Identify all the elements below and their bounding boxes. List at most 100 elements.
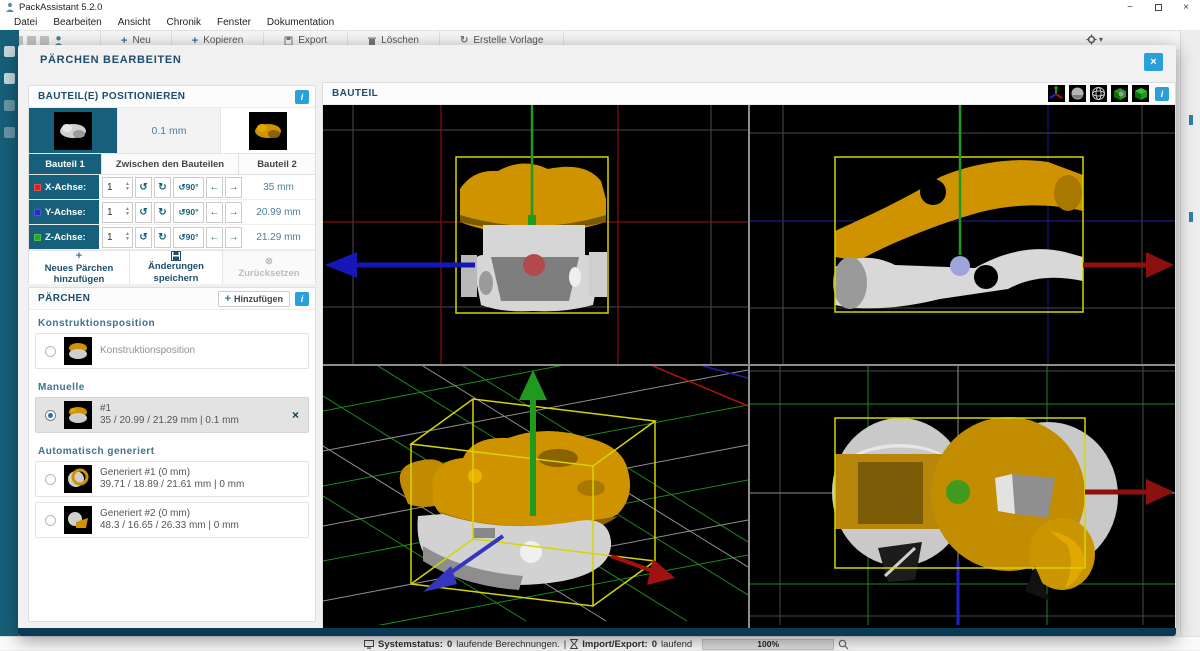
x-rotate-ccw-button[interactable]: ↺: [135, 177, 152, 198]
x-move-left-button[interactable]: ←: [206, 177, 223, 198]
pair-item-manual-1[interactable]: #135 / 20.99 / 21.29 mm | 0.1 mm ×: [35, 397, 309, 433]
x-axis-row: X-Achse: 1▲▼ ↺ ↻ ↺90° ← → 35 mm: [29, 175, 315, 200]
sidebar-icon-3[interactable]: [4, 100, 15, 111]
z-move-right-button[interactable]: →: [225, 227, 242, 248]
pair-thumbnail: [64, 337, 92, 365]
y-axis-step-input[interactable]: 1▲▼: [102, 202, 133, 223]
menu-dokumentation[interactable]: Dokumentation: [259, 14, 342, 30]
pairs-panel-title: PÄRCHEN: [38, 293, 90, 304]
save-icon: [171, 251, 181, 261]
x-move-right-button[interactable]: →: [225, 177, 242, 198]
viewport-divider-vertical: [748, 105, 750, 628]
y-axis-label: Y-Achse:: [29, 200, 99, 224]
minimize-button[interactable]: −: [1116, 0, 1144, 14]
pair-item-generated-1[interactable]: Generiert #1 (0 mm)39.71 / 18.89 / 21.61…: [35, 461, 309, 497]
new-pair-button[interactable]: +Neues Pärchen hinzufügen: [29, 251, 130, 284]
gap-value-field[interactable]: 0.1 mm: [118, 108, 221, 153]
z-axis-label: Z-Achse:: [29, 225, 99, 249]
hourglass-icon: [570, 639, 578, 649]
magnifier-icon[interactable]: [838, 639, 849, 650]
z-rotate-ccw-button[interactable]: ↺: [135, 227, 152, 248]
import-export-value: 0: [652, 639, 657, 650]
menu-bearbeiten[interactable]: Bearbeiten: [45, 14, 109, 30]
viewport-perspective-view[interactable]: [323, 366, 748, 625]
info-icon[interactable]: i: [1155, 87, 1169, 101]
settings-gear-button[interactable]: ▾: [1086, 34, 1103, 45]
menu-chronik[interactable]: Chronik: [159, 14, 209, 30]
plus-icon: +: [225, 293, 231, 305]
sidebar-icon-4[interactable]: [4, 127, 15, 138]
step-down-icon[interactable]: ▼: [125, 187, 130, 192]
step-down-icon[interactable]: ▼: [125, 237, 130, 242]
menu-datei[interactable]: Datei: [6, 14, 45, 30]
pairs-panel: PÄRCHEN +Hinzufügen i Konstruktionsposit…: [28, 287, 316, 622]
y-axis-color-swatch: [34, 209, 41, 216]
tab-bauteil-1[interactable]: Bauteil 1: [29, 154, 102, 174]
sidebar-icon-2[interactable]: [4, 73, 15, 84]
viewport-side-view[interactable]: [750, 105, 1175, 364]
y-axis-row: Y-Achse: 1▲▼ ↺ ↻ ↺90° ← → 20.99 mm: [29, 200, 315, 225]
maximize-button[interactable]: [1144, 0, 1172, 14]
menu-ansicht[interactable]: Ansicht: [110, 14, 159, 30]
step-down-icon[interactable]: ▼: [125, 212, 130, 217]
quick-icon-2[interactable]: [27, 36, 36, 45]
save-changes-button[interactable]: Änderungen speichern: [130, 251, 223, 284]
add-pair-button[interactable]: +Hinzufügen: [218, 291, 290, 307]
x-rotate-cw-button[interactable]: ↻: [154, 177, 171, 198]
gear-icon: [1086, 34, 1097, 45]
wireframe-view-button[interactable]: [1090, 85, 1107, 102]
y-move-right-button[interactable]: →: [225, 202, 242, 223]
window-close-button[interactable]: ×: [1172, 0, 1200, 14]
radio-button[interactable]: [45, 474, 56, 485]
sidebar-icon-1[interactable]: [4, 46, 15, 57]
radio-button[interactable]: [45, 515, 56, 526]
x-axis-step-input[interactable]: 1▲▼: [102, 177, 133, 198]
cube-part-view-button[interactable]: [1111, 85, 1128, 102]
radio-button-selected[interactable]: [45, 410, 56, 421]
z-axis-step-input[interactable]: 1▲▼: [102, 227, 133, 248]
part-thumbnails-row: 0.1 mm: [29, 108, 315, 154]
viewport-canvas[interactable]: [323, 105, 1175, 628]
y-rotate-cw-button[interactable]: ↻: [154, 202, 171, 223]
delete-pair-button[interactable]: ×: [292, 408, 299, 422]
x-rotate-90-button[interactable]: ↺90°: [173, 177, 204, 198]
tab-zwischen-den-bauteilen[interactable]: Zwischen den Bauteilen: [102, 154, 239, 174]
part2-thumbnail[interactable]: [221, 108, 315, 153]
z-rotate-cw-button[interactable]: ↻: [154, 227, 171, 248]
viewport-front-view[interactable]: [323, 105, 748, 364]
pair-thumbnail: [64, 465, 92, 493]
quick-icon-3[interactable]: [40, 36, 49, 45]
statusbar: Systemstatus: 0 laufende Berechnungen. |…: [0, 636, 1200, 650]
y-move-left-button[interactable]: ←: [206, 202, 223, 223]
dialog-close-button[interactable]: ×: [1144, 53, 1163, 71]
import-export-text: laufend: [661, 639, 692, 650]
viewport-top-view[interactable]: [750, 366, 1175, 625]
pair-item-generated-2[interactable]: Generiert #2 (0 mm)48.3 / 16.65 / 26.33 …: [35, 502, 309, 538]
status-separator: |: [564, 639, 566, 650]
pair-item-konstruktionsposition[interactable]: Konstruktionsposition: [35, 333, 309, 369]
info-icon[interactable]: i: [295, 292, 309, 306]
edge-marker: [1189, 115, 1193, 125]
z-rotate-90-button[interactable]: ↺90°: [173, 227, 204, 248]
trash-icon: [368, 36, 376, 46]
menu-fenster[interactable]: Fenster: [209, 14, 259, 30]
tab-bauteil-2[interactable]: Bauteil 2: [239, 154, 315, 174]
zoom-progress-bar[interactable]: 100%: [702, 639, 834, 650]
origin-dot: [523, 254, 545, 276]
shaded-part-view-button[interactable]: [1069, 85, 1086, 102]
info-icon[interactable]: i: [295, 90, 309, 104]
monitor-icon: [364, 640, 374, 649]
x-axis-color-swatch: [34, 184, 41, 191]
y-rotate-90-button[interactable]: ↺90°: [173, 202, 204, 223]
reset-button[interactable]: ⊗Zurücksetzen: [223, 251, 315, 284]
part1-thumbnail-selected[interactable]: [29, 108, 118, 153]
menubar: Datei Bearbeiten Ansicht Chronik Fenster…: [0, 14, 1200, 30]
z-axis-row: Z-Achse: 1▲▼ ↺ ↻ ↺90° ← → 21.29 mm: [29, 225, 315, 250]
viewport-divider-horizontal: [323, 364, 1175, 366]
axes-view-button[interactable]: [1048, 85, 1065, 102]
y-rotate-ccw-button[interactable]: ↺: [135, 202, 152, 223]
dropdown-arrow-icon: ▾: [1099, 35, 1103, 44]
radio-button[interactable]: [45, 346, 56, 357]
cube-view-button[interactable]: [1132, 85, 1149, 102]
z-move-left-button[interactable]: ←: [206, 227, 223, 248]
